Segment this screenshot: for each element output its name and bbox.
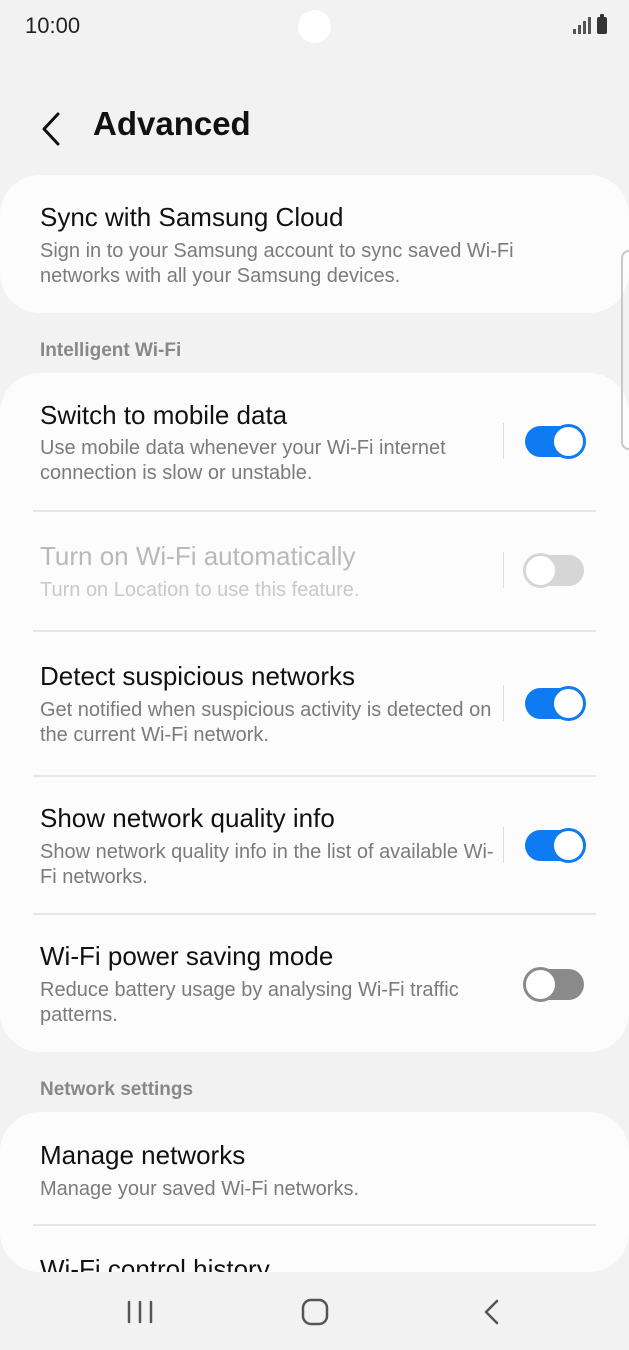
- turn-on-wifi-automatically-toggle: [523, 553, 584, 588]
- separator: [503, 552, 504, 588]
- recent-apps-button[interactable]: [110, 1292, 170, 1332]
- intelligent-wifi-card: Switch to mobile data Use mobile data wh…: [0, 373, 629, 1052]
- home-icon: [301, 1298, 329, 1326]
- item-description: Show network quality info in the list of…: [40, 841, 494, 888]
- show-network-quality-info-toggle[interactable]: [525, 828, 586, 863]
- item-description: Use mobile data whenever your Wi-Fi inte…: [40, 437, 446, 484]
- item-description: Manage your saved Wi-Fi networks.: [40, 1178, 360, 1200]
- sync-card: Sync with Samsung Cloud Sign in to your …: [0, 175, 629, 313]
- front-camera-cutout: [298, 10, 331, 43]
- separator: [503, 423, 504, 459]
- detect-suspicious-networks-toggle[interactable]: [525, 686, 586, 721]
- home-button[interactable]: [285, 1292, 345, 1332]
- item-description: Turn on Location to use this feature.: [40, 579, 360, 601]
- chevron-left-icon: [42, 112, 60, 146]
- manage-networks-item[interactable]: Manage networks Manage your saved Wi-Fi …: [0, 1112, 629, 1225]
- section-header-intelligent-wifi: Intelligent Wi-Fi: [40, 340, 182, 361]
- item-title: Detect suspicious networks: [40, 661, 356, 691]
- item-description: Get notified when suspicious activity is…: [40, 699, 492, 746]
- wifi-power-saving-mode-toggle[interactable]: [523, 967, 584, 1002]
- status-icons: [573, 14, 607, 34]
- item-title: Show network quality info: [40, 803, 335, 833]
- item-title: Wi-Fi control history: [40, 1254, 270, 1272]
- wifi-control-history-item[interactable]: Wi-Fi control history: [0, 1226, 629, 1272]
- battery-icon: [597, 14, 607, 34]
- recent-apps-icon: [127, 1300, 153, 1324]
- item-description: Sign in to your Samsung account to sync …: [40, 240, 514, 287]
- toggle-knob: [551, 828, 586, 863]
- toggle-knob: [523, 553, 558, 588]
- page-title: Advanced: [93, 105, 251, 142]
- back-icon: [484, 1299, 499, 1325]
- status-time: 10:00: [25, 13, 81, 38]
- scrollbar[interactable]: [621, 250, 629, 450]
- item-title: Manage networks: [40, 1140, 246, 1170]
- signal-strength-icon: [573, 16, 591, 34]
- back-button[interactable]: [32, 102, 72, 150]
- switch-to-mobile-data-toggle[interactable]: [525, 424, 586, 459]
- turn-on-wifi-automatically-item: Turn on Wi-Fi automatically Turn on Loca…: [0, 512, 629, 631]
- navigation-bar: [0, 1272, 629, 1350]
- item-title: Turn on Wi-Fi automatically: [40, 541, 356, 571]
- app-header: Advanced: [0, 96, 629, 156]
- network-settings-card: Manage networks Manage your saved Wi-Fi …: [0, 1112, 629, 1272]
- toggle-knob: [551, 686, 586, 721]
- item-description: Reduce battery usage by analysing Wi-Fi …: [40, 979, 459, 1026]
- toggle-knob: [523, 967, 558, 1002]
- show-network-quality-info-item[interactable]: Show network quality info Show network q…: [0, 777, 629, 914]
- item-title: Wi-Fi power saving mode: [40, 941, 334, 971]
- sync-samsung-cloud-item[interactable]: Sync with Samsung Cloud Sign in to your …: [0, 175, 629, 313]
- wifi-power-saving-mode-item[interactable]: Wi-Fi power saving mode Reduce battery u…: [0, 915, 629, 1052]
- separator: [503, 685, 504, 721]
- section-header-network-settings: Network settings: [40, 1079, 194, 1100]
- status-bar: 10:00: [0, 0, 629, 52]
- item-title: Sync with Samsung Cloud: [40, 202, 344, 232]
- separator: [503, 827, 504, 863]
- item-title: Switch to mobile data: [40, 400, 288, 430]
- switch-to-mobile-data-item[interactable]: Switch to mobile data Use mobile data wh…: [0, 373, 629, 511]
- detect-suspicious-networks-item[interactable]: Detect suspicious networks Get notified …: [0, 632, 629, 776]
- toggle-knob: [551, 424, 586, 459]
- nav-back-button[interactable]: [461, 1292, 521, 1332]
